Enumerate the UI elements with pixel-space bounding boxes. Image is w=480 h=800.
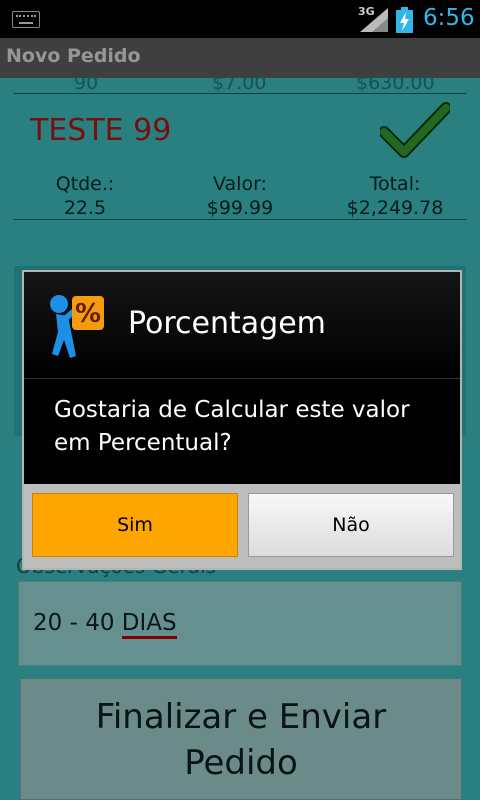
dialog-title: Porcentagem bbox=[128, 306, 326, 341]
percent-person-icon: % bbox=[50, 295, 104, 358]
dialog-message: Gostaria de Calcular este valor em Perce… bbox=[54, 397, 410, 456]
clock: 6:56 bbox=[423, 5, 475, 31]
no-button[interactable]: Não bbox=[248, 493, 454, 557]
status-bar: 3G 6:56 bbox=[0, 0, 480, 38]
dialog-button-bar: Sim Não bbox=[24, 484, 460, 568]
keyboard-icon bbox=[12, 11, 40, 28]
percentage-dialog: % Porcentagem Gostaria de Calcular este … bbox=[22, 270, 462, 570]
yes-button[interactable]: Sim bbox=[32, 493, 238, 557]
signal-icon bbox=[360, 8, 388, 32]
svg-text:%: % bbox=[75, 299, 101, 329]
battery-charging-icon bbox=[396, 7, 413, 33]
dialog-header: % Porcentagem bbox=[24, 272, 460, 379]
